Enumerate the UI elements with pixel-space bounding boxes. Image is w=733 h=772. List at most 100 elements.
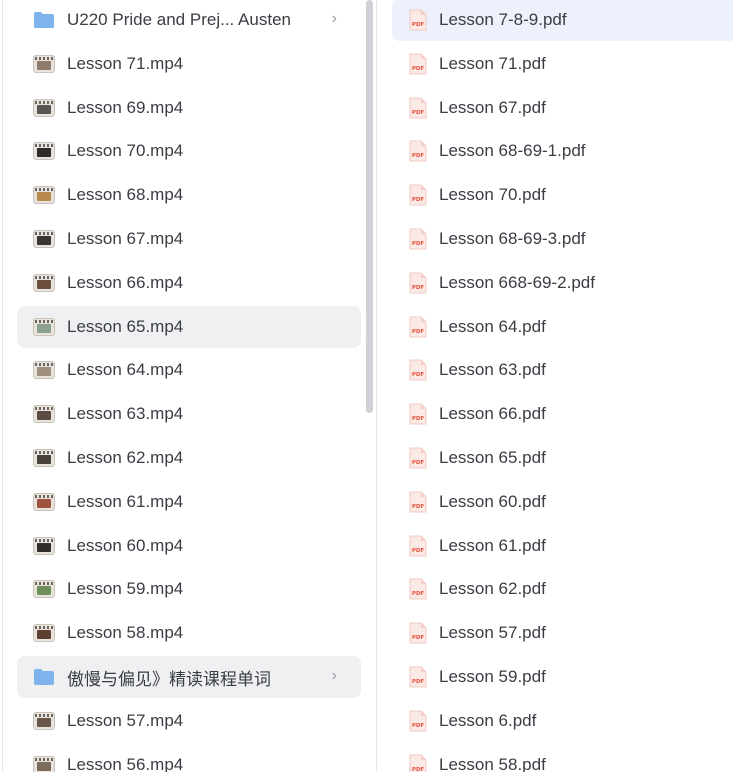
pdf-file-row[interactable]: PDF Lesson 71.pdf bbox=[392, 43, 733, 85]
video-thumbnail-icon bbox=[33, 186, 55, 204]
svg-text:PDF: PDF bbox=[412, 329, 425, 335]
video-file-row[interactable]: Lesson 68.mp4 bbox=[17, 174, 361, 216]
file-name-label: Lesson 68-69-3.pdf bbox=[439, 229, 586, 248]
file-name-label: Lesson 63.pdf bbox=[439, 360, 546, 379]
video-file-row[interactable]: Lesson 57.mp4 bbox=[17, 700, 361, 742]
pdf-file-row[interactable]: PDF Lesson 59.pdf bbox=[392, 656, 733, 698]
video-file-row[interactable]: Lesson 64.mp4 bbox=[17, 349, 361, 391]
video-file-row[interactable]: Lesson 60.mp4 bbox=[17, 525, 361, 567]
video-file-row[interactable]: Lesson 62.mp4 bbox=[17, 437, 361, 479]
video-thumbnail-icon bbox=[33, 449, 55, 467]
video-file-row[interactable]: Lesson 59.mp4 bbox=[17, 568, 361, 610]
folder-icon bbox=[33, 11, 55, 29]
pdf-file-row[interactable]: PDF Lesson 65.pdf bbox=[392, 437, 733, 479]
file-name-label: Lesson 59.mp4 bbox=[67, 579, 184, 598]
svg-text:PDF: PDF bbox=[412, 767, 425, 772]
file-name-label: Lesson 66.pdf bbox=[439, 404, 546, 423]
pdf-file-icon: PDF bbox=[409, 578, 427, 600]
folder-row[interactable]: U220 Pride and Prej... Austen › bbox=[17, 0, 361, 41]
file-name-label: Lesson 70.pdf bbox=[439, 185, 546, 204]
video-thumbnail-icon bbox=[33, 142, 55, 160]
video-file-row[interactable]: Lesson 66.mp4 bbox=[17, 262, 361, 304]
pdf-file-row[interactable]: PDF Lesson 66.pdf bbox=[392, 393, 733, 435]
video-file-row[interactable]: Lesson 70.mp4 bbox=[17, 130, 361, 172]
file-name-label: Lesson 60.pdf bbox=[439, 492, 546, 511]
pdf-file-row[interactable]: PDF Lesson 68-69-1.pdf bbox=[392, 130, 733, 172]
pdf-file-row[interactable]: PDF Lesson 7-8-9.pdf bbox=[392, 0, 733, 41]
file-name-label: Lesson 58.pdf bbox=[439, 755, 546, 772]
video-file-row[interactable]: Lesson 69.mp4 bbox=[17, 87, 361, 129]
pdf-file-row[interactable]: PDF Lesson 64.pdf bbox=[392, 306, 733, 348]
pdf-file-row[interactable]: PDF Lesson 6.pdf bbox=[392, 700, 733, 742]
video-file-row[interactable]: Lesson 67.mp4 bbox=[17, 218, 361, 260]
video-file-row[interactable]: Lesson 63.mp4 bbox=[17, 393, 361, 435]
pdf-file-row[interactable]: PDF Lesson 67.pdf bbox=[392, 87, 733, 129]
scrollbar-thumb[interactable] bbox=[366, 0, 373, 413]
pdf-file-icon: PDF bbox=[409, 666, 427, 688]
svg-text:PDF: PDF bbox=[412, 679, 425, 685]
file-name-label: Lesson 61.mp4 bbox=[67, 492, 184, 511]
svg-text:PDF: PDF bbox=[412, 110, 425, 116]
file-name-label: Lesson 64.pdf bbox=[439, 317, 546, 336]
chevron-right-icon: › bbox=[331, 10, 337, 27]
pdf-file-row[interactable]: PDF Lesson 68-69-3.pdf bbox=[392, 218, 733, 260]
chevron-right-icon: › bbox=[331, 667, 337, 684]
video-file-row[interactable]: Lesson 56.mp4 bbox=[17, 744, 361, 772]
file-name-label: Lesson 62.pdf bbox=[439, 579, 546, 598]
pdf-file-row[interactable]: PDF Lesson 57.pdf bbox=[392, 612, 733, 654]
file-name-label: Lesson 56.mp4 bbox=[67, 755, 184, 772]
video-thumbnail-icon bbox=[33, 99, 55, 117]
file-name-label: Lesson 65.pdf bbox=[439, 448, 546, 467]
svg-text:PDF: PDF bbox=[412, 153, 425, 159]
file-name-label: Lesson 65.mp4 bbox=[67, 317, 184, 336]
video-file-row[interactable]: Lesson 58.mp4 bbox=[17, 612, 361, 654]
file-name-label: Lesson 71.pdf bbox=[439, 54, 546, 73]
svg-text:PDF: PDF bbox=[412, 372, 425, 378]
file-name-label: Lesson 59.pdf bbox=[439, 667, 546, 686]
pdf-file-icon: PDF bbox=[409, 535, 427, 557]
pdf-file-row[interactable]: PDF Lesson 62.pdf bbox=[392, 568, 733, 610]
pdf-file-icon: PDF bbox=[409, 316, 427, 338]
file-name-label: Lesson 70.mp4 bbox=[67, 141, 184, 160]
file-name-label: Lesson 68.mp4 bbox=[67, 185, 184, 204]
pdf-file-row[interactable]: PDF Lesson 70.pdf bbox=[392, 174, 733, 216]
video-thumbnail-icon bbox=[33, 274, 55, 292]
svg-text:PDF: PDF bbox=[412, 504, 425, 510]
video-file-row[interactable]: Lesson 61.mp4 bbox=[17, 481, 361, 523]
file-name-label: Lesson 61.pdf bbox=[439, 536, 546, 555]
pdf-file-icon: PDF bbox=[409, 359, 427, 381]
video-thumbnail-icon bbox=[33, 55, 55, 73]
pdf-file-icon: PDF bbox=[409, 140, 427, 162]
video-thumbnail-icon bbox=[33, 405, 55, 423]
pdf-file-icon: PDF bbox=[409, 403, 427, 425]
file-name-label: Lesson 64.mp4 bbox=[67, 360, 184, 379]
video-file-row[interactable]: Lesson 65.mp4 bbox=[17, 306, 361, 348]
pdf-file-row[interactable]: PDF Lesson 668-69-2.pdf bbox=[392, 262, 733, 304]
folder-icon bbox=[33, 668, 55, 686]
pdf-file-row[interactable]: PDF Lesson 63.pdf bbox=[392, 349, 733, 391]
svg-text:PDF: PDF bbox=[412, 241, 425, 247]
video-thumbnail-icon bbox=[33, 361, 55, 379]
file-name-label: Lesson 6.pdf bbox=[439, 711, 537, 730]
file-name-label: Lesson 67.pdf bbox=[439, 98, 546, 117]
video-thumbnail-icon bbox=[33, 318, 55, 336]
pdf-file-row[interactable]: PDF Lesson 58.pdf bbox=[392, 744, 733, 772]
pdf-file-row[interactable]: PDF Lesson 60.pdf bbox=[392, 481, 733, 523]
file-name-label: Lesson 62.mp4 bbox=[67, 448, 184, 467]
video-file-row[interactable]: Lesson 71.mp4 bbox=[17, 43, 361, 85]
svg-text:PDF: PDF bbox=[412, 285, 425, 291]
pdf-file-icon: PDF bbox=[409, 622, 427, 644]
svg-text:PDF: PDF bbox=[412, 66, 425, 72]
file-name-label: Lesson 69.mp4 bbox=[67, 98, 184, 117]
pdf-file-row[interactable]: PDF Lesson 61.pdf bbox=[392, 525, 733, 567]
file-name-label: 傲慢与偏见》精读课程单词 bbox=[67, 669, 271, 689]
file-name-label: Lesson 60.mp4 bbox=[67, 536, 184, 555]
file-name-label: Lesson 66.mp4 bbox=[67, 273, 184, 292]
file-name-label: U220 Pride and Prej... Austen bbox=[67, 10, 291, 29]
file-name-label: Lesson 63.mp4 bbox=[67, 404, 184, 423]
pdf-file-icon: PDF bbox=[409, 184, 427, 206]
file-name-label: Lesson 57.mp4 bbox=[67, 711, 184, 730]
left-edge-divider bbox=[2, 0, 3, 772]
pdf-file-icon: PDF bbox=[409, 53, 427, 75]
folder-row[interactable]: 傲慢与偏见》精读课程单词 › bbox=[17, 656, 361, 698]
